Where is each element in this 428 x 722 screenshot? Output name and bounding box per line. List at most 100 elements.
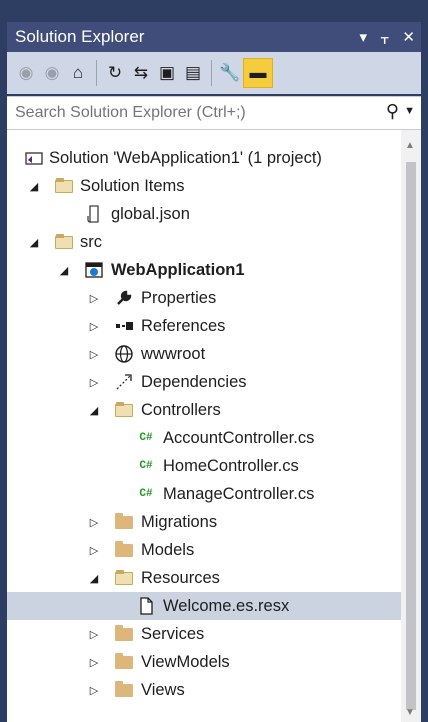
- tree-item-label: AccountController.cs: [163, 428, 315, 447]
- close-icon[interactable]: ✕: [402, 28, 415, 46]
- tree-item-models[interactable]: ▷ Models: [7, 536, 401, 564]
- dependencies-icon: [113, 372, 135, 392]
- collapsed-arrow-icon[interactable]: ▷: [87, 348, 101, 361]
- toolbar: ◉ ◉ ⌂ ↻ ⇆ ▣ ▤ 🔧 ▬: [7, 52, 421, 94]
- forward-icon[interactable]: ◉: [39, 60, 65, 86]
- solution-icon: [23, 148, 45, 168]
- tree-item-label: Welcome.es.resx: [163, 596, 290, 615]
- back-icon[interactable]: ◉: [13, 60, 39, 86]
- collapsed-arrow-icon[interactable]: ▷: [87, 320, 101, 333]
- tree-item-label: WebApplication1: [111, 260, 245, 279]
- scroll-down-arrow-icon[interactable]: ▼: [405, 707, 415, 718]
- tree-item-label: References: [141, 316, 226, 335]
- tree-item-label: ManageController.cs: [163, 484, 315, 503]
- tree-item-migrations[interactable]: ▷ Migrations: [7, 508, 401, 536]
- collapsed-arrow-icon[interactable]: ▷: [87, 376, 101, 389]
- tree-item-wwwroot[interactable]: ▷ wwwroot: [7, 340, 401, 368]
- window-title: Solution Explorer: [15, 27, 145, 46]
- folder-icon: [113, 652, 135, 672]
- tree-item-welcome-resx[interactable]: Welcome.es.resx: [7, 592, 401, 620]
- collapsed-arrow-icon[interactable]: ▷: [87, 628, 101, 641]
- sync-icon[interactable]: ⇆: [128, 60, 154, 86]
- folder-icon: [113, 680, 135, 700]
- folder-open-icon: [53, 232, 75, 252]
- toolbar-separator: [211, 60, 212, 86]
- tree-item-dependencies[interactable]: ▷ Dependencies: [7, 368, 401, 396]
- tree-item-label: Models: [141, 540, 195, 559]
- show-all-files-icon[interactable]: ▤: [180, 60, 206, 86]
- tree-item-label: Dependencies: [141, 372, 247, 391]
- tree-item-solution[interactable]: Solution 'WebApplication1' (1 project): [7, 144, 401, 172]
- vertical-scrollbar[interactable]: ▲ ▼: [401, 130, 421, 722]
- tree-item-viewmodels[interactable]: ▷ ViewModels: [7, 648, 401, 676]
- tree-item-label: Solution 'WebApplication1' (1 project): [49, 148, 322, 167]
- tree-item-solution-items[interactable]: ◢ Solution Items: [7, 172, 401, 200]
- tree-item-label: Views: [141, 680, 185, 699]
- tree-item-services[interactable]: ▷ Services: [7, 620, 401, 648]
- collapsed-arrow-icon[interactable]: ▷: [87, 292, 101, 305]
- collapse-all-icon[interactable]: ▣: [154, 60, 180, 86]
- collapsed-arrow-icon[interactable]: ▷: [87, 516, 101, 529]
- web-project-icon: [83, 260, 105, 280]
- folder-icon: [113, 512, 135, 532]
- tree-item-label: ViewModels: [141, 652, 230, 671]
- expanded-arrow-icon[interactable]: ◢: [57, 264, 71, 277]
- pending-changes-icon[interactable]: ↻: [102, 60, 128, 86]
- tree-item-controllers[interactable]: ◢ Controllers: [7, 396, 401, 424]
- solution-explorer-window: Solution Explorer ▾ ᚁ ✕ ◉ ◉ ⌂ ↻ ⇆ ▣ ▤ 🔧 …: [0, 0, 428, 722]
- tree-item-webapplication1[interactable]: ◢ WebApplication1: [7, 256, 401, 284]
- search-bar: ⚲ ▼: [7, 96, 421, 130]
- csharp-icon: C#: [139, 488, 153, 500]
- tree-item-label: Controllers: [141, 400, 221, 419]
- tree-item-label: Migrations: [141, 512, 218, 531]
- properties-icon[interactable]: 🔧: [217, 60, 243, 86]
- tree-item-src[interactable]: ◢ src: [7, 228, 401, 256]
- collapsed-arrow-icon[interactable]: ▷: [87, 544, 101, 557]
- folder-icon: [113, 540, 135, 560]
- tree-item-references[interactable]: ▷ References: [7, 312, 401, 340]
- csharp-icon: C#: [139, 432, 153, 444]
- globe-icon: [113, 344, 135, 364]
- tree-item-managecontroller[interactable]: C# ManageController.cs: [7, 480, 401, 508]
- expanded-arrow-icon[interactable]: ◢: [87, 404, 101, 417]
- toolbar-separator: [96, 60, 97, 86]
- tree-item-properties[interactable]: ▷ Properties: [7, 284, 401, 312]
- window-controls: ▾ ᚁ ✕: [360, 22, 416, 52]
- tree-item-label: Properties: [141, 288, 217, 307]
- scrollbar-thumb[interactable]: [406, 162, 416, 710]
- preview-icon[interactable]: ▬: [243, 58, 273, 88]
- pin-icon[interactable]: ᚁ: [381, 28, 388, 46]
- tree-item-label: wwwroot: [141, 344, 206, 363]
- title-bar: Solution Explorer ▾ ᚁ ✕: [7, 22, 421, 52]
- folder-icon: [113, 624, 135, 644]
- collapsed-arrow-icon[interactable]: ▷: [87, 684, 101, 697]
- collapsed-arrow-icon[interactable]: ▷: [87, 656, 101, 669]
- resx-file-icon: [135, 596, 157, 616]
- folder-open-icon: [53, 176, 75, 196]
- window-menu-icon[interactable]: ▾: [360, 28, 368, 46]
- tree-item-label: Solution Items: [80, 176, 185, 195]
- folder-open-icon: [113, 400, 135, 420]
- tree-item-label: Services: [141, 624, 205, 643]
- search-input[interactable]: [13, 103, 357, 123]
- tree-item-global-json[interactable]: global.json: [7, 200, 401, 228]
- wrench-icon: [113, 288, 135, 308]
- tree-item-label: src: [80, 232, 102, 251]
- tree-item-label: global.json: [111, 204, 190, 223]
- search-icon[interactable]: ⚲: [386, 101, 399, 122]
- search-options-chevron-icon[interactable]: ▼: [404, 105, 415, 117]
- scroll-up-arrow-icon[interactable]: ▲: [405, 140, 415, 151]
- expanded-arrow-icon[interactable]: ◢: [27, 236, 41, 249]
- json-file-icon: [83, 204, 105, 224]
- tree-item-homecontroller[interactable]: C# HomeController.cs: [7, 452, 401, 480]
- home-icon[interactable]: ⌂: [65, 60, 91, 86]
- expanded-arrow-icon[interactable]: ◢: [87, 572, 101, 585]
- tree-item-views[interactable]: ▷ Views: [7, 676, 401, 704]
- tree-item-accountcontroller[interactable]: C# AccountController.cs: [7, 424, 401, 452]
- tree-item-label: HomeController.cs: [163, 456, 299, 475]
- expanded-arrow-icon[interactable]: ◢: [27, 180, 41, 193]
- csharp-icon: C#: [139, 460, 153, 472]
- tree-item-resources[interactable]: ◢ Resources: [7, 564, 401, 592]
- solution-tree: Solution 'WebApplication1' (1 project) ◢…: [7, 130, 421, 722]
- folder-open-icon: [113, 568, 135, 588]
